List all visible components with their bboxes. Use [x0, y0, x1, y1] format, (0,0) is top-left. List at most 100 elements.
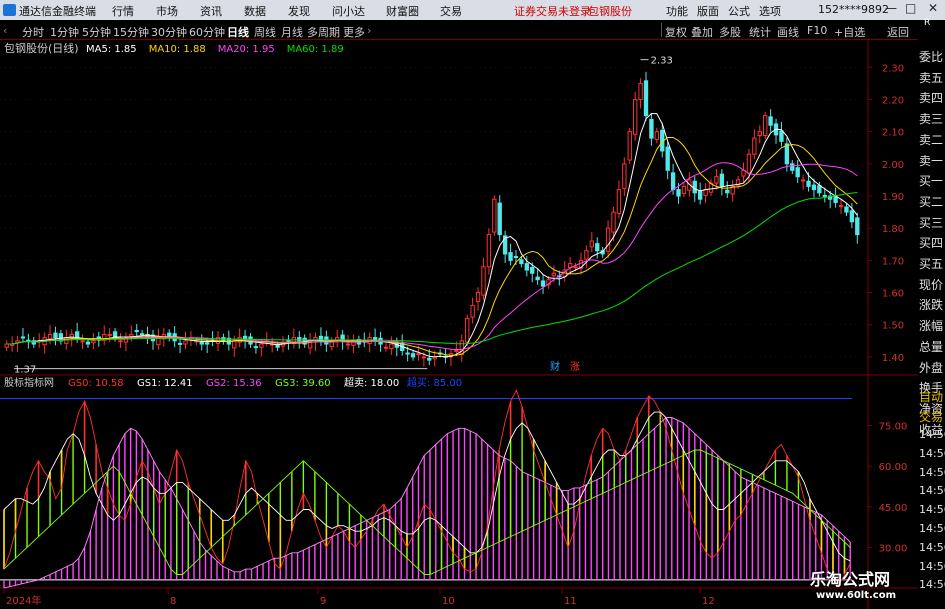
- menu-item-discover[interactable]: 发现: [288, 3, 310, 19]
- sub-ytick-label: 60.00: [879, 462, 908, 473]
- sidebar-label-6[interactable]: 买一: [919, 172, 943, 189]
- candle-body: [752, 137, 757, 155]
- candle-body: [259, 343, 264, 348]
- candle-body: [475, 292, 481, 303]
- menu-item-wealth[interactable]: 财富圈: [386, 3, 419, 19]
- user-account[interactable]: 152****9892: [818, 3, 889, 16]
- candle-body: [183, 340, 188, 345]
- tf-60min[interactable]: 60分钟: [189, 24, 225, 40]
- sidebar-label-9[interactable]: 买四: [919, 234, 943, 251]
- xtick-label-2: 9: [320, 596, 326, 607]
- maximize-icon[interactable]: □: [905, 1, 916, 15]
- menu-item-data[interactable]: 数据: [244, 3, 266, 19]
- btn-add-favorite[interactable]: +自选: [834, 24, 865, 40]
- sidebar-label-2[interactable]: 卖四: [919, 89, 943, 106]
- menu-item-options[interactable]: 选项: [759, 3, 781, 19]
- collapse-icon[interactable]: ‹: [3, 24, 7, 37]
- tf-more[interactable]: 更多: [343, 24, 365, 40]
- sidebar-label-13[interactable]: 涨幅: [919, 317, 943, 334]
- candle-body: [324, 336, 329, 345]
- sidebar-label-4[interactable]: 卖二: [919, 131, 943, 148]
- menu-item-market[interactable]: 行情: [112, 3, 134, 19]
- candlestick-series: [4, 71, 860, 367]
- candle-body: [670, 172, 676, 191]
- event-marker-0: 财: [550, 360, 560, 373]
- more-chevron-icon[interactable]: ›: [367, 24, 371, 37]
- sidebar-label-5[interactable]: 卖一: [919, 152, 943, 169]
- sidebar-tab-1[interactable]: 交易: [919, 408, 943, 425]
- candle-body: [80, 340, 85, 343]
- menu-item-ask[interactable]: 问小达: [332, 3, 365, 19]
- sidebar-label-14[interactable]: 总量: [919, 338, 943, 355]
- candle-body: [118, 340, 123, 343]
- stock-name: 包钢股份: [588, 5, 632, 18]
- watermark: 乐淘公式网 www.60lt.com: [806, 565, 924, 605]
- btn-back[interactable]: 返回: [887, 24, 909, 40]
- sidebar-label-0[interactable]: 委比: [919, 48, 943, 65]
- candle-body: [481, 266, 486, 296]
- tf-5min[interactable]: 5分钟: [82, 24, 111, 40]
- candle-body: [784, 143, 790, 165]
- candle-body: [676, 189, 681, 197]
- sub-ytick-label: 75.00: [879, 422, 908, 433]
- candle-body: [665, 146, 670, 171]
- candle-body: [20, 336, 26, 339]
- tf-daily[interactable]: 日线: [227, 24, 249, 40]
- ma-line-5: [6, 113, 858, 358]
- btn-multistock[interactable]: 多股: [719, 24, 741, 40]
- watermark-title: 乐淘公式网: [810, 570, 891, 589]
- minimize-icon[interactable]: —: [885, 1, 897, 15]
- btn-adjust[interactable]: 复权: [665, 24, 687, 40]
- tf-weekly[interactable]: 周线: [254, 24, 276, 40]
- sidebar-label-8[interactable]: 买三: [919, 214, 943, 231]
- candle-body: [746, 153, 752, 174]
- candle-body: [91, 340, 96, 344]
- candle-body: [622, 163, 627, 189]
- main-panel-title: 包钢股份(日线): [4, 41, 79, 55]
- sidebar-label-7[interactable]: 买二: [919, 193, 943, 210]
- xtick-label-3: 10: [442, 596, 455, 607]
- candle-body: [470, 304, 475, 318]
- candle-body: [811, 184, 817, 191]
- candle-body: [389, 343, 394, 350]
- trade-time-3: 14:56: [919, 484, 945, 498]
- ma-line-60: [6, 192, 858, 345]
- candle-body: [199, 341, 204, 345]
- sidebar-label-12[interactable]: 涨跌: [919, 296, 943, 313]
- btn-overlay[interactable]: 叠加: [691, 24, 713, 40]
- candle-body: [605, 227, 611, 252]
- candle-body: [838, 205, 844, 208]
- sub-legend-1: GS1: 12.41: [137, 378, 193, 389]
- sidebar-label-15[interactable]: 外盘: [919, 359, 943, 376]
- btn-draw[interactable]: 画线: [777, 24, 799, 40]
- app-logo-icon: [3, 4, 16, 16]
- moving-average-lines: [6, 113, 858, 358]
- sidebar-label-1[interactable]: 卖五: [919, 69, 943, 86]
- tf-intraday[interactable]: 分时: [22, 24, 44, 40]
- menu-item-trade[interactable]: 交易: [440, 3, 462, 19]
- trade-time-5: 14:56: [919, 522, 945, 535]
- close-icon[interactable]: ✕: [928, 1, 938, 15]
- menu-item-news[interactable]: 资讯: [200, 3, 222, 19]
- menu-item-function[interactable]: 功能: [666, 3, 688, 19]
- sidebar-label-11[interactable]: 现价: [919, 276, 943, 293]
- menu-item-markets[interactable]: 市场: [156, 3, 178, 19]
- ma-legend-1: MA10: 1.88: [149, 44, 206, 55]
- candle-body: [253, 346, 259, 349]
- ytick-label: 2.00: [882, 160, 904, 171]
- login-status[interactable]: 证券交易未登录: [514, 3, 591, 19]
- tf-monthly[interactable]: 月线: [281, 24, 303, 40]
- tf-30min[interactable]: 30分钟: [151, 24, 187, 40]
- sidebar-label-3[interactable]: 卖三: [919, 110, 943, 127]
- menu-item-layout[interactable]: 版面: [697, 3, 719, 19]
- sidebar-tab-0[interactable]: 自动: [919, 388, 943, 405]
- btn-stats[interactable]: 统计: [749, 24, 771, 40]
- menu-item-formula[interactable]: 公式: [728, 3, 750, 19]
- tf-1min[interactable]: 1分钟: [50, 24, 79, 40]
- candle-body: [53, 332, 58, 339]
- btn-f10[interactable]: F10: [807, 24, 827, 37]
- sidebar-label-10[interactable]: 买五: [919, 255, 943, 272]
- tf-multi[interactable]: 多周期: [307, 24, 340, 40]
- candle-body: [465, 317, 470, 343]
- tf-15min[interactable]: 15分钟: [113, 24, 149, 40]
